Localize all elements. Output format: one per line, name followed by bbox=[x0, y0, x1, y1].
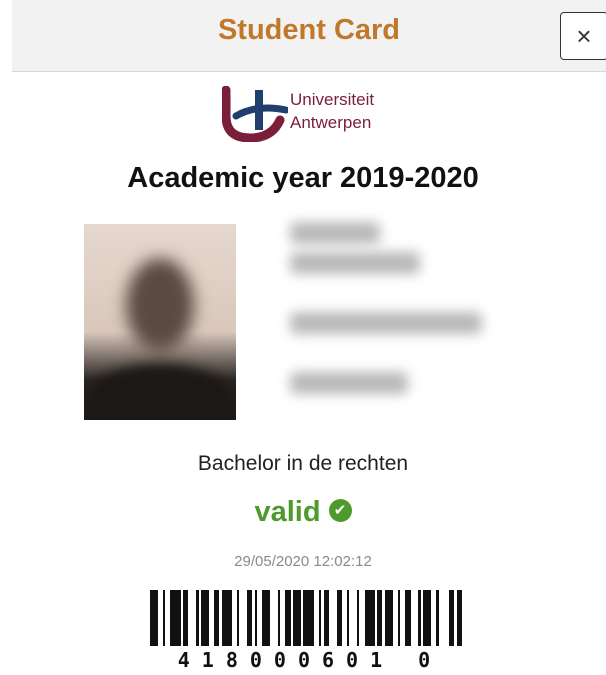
barcode-stripe bbox=[410, 590, 419, 646]
barcode-stripe bbox=[303, 590, 314, 646]
barcode bbox=[150, 590, 470, 646]
barcode-stripe bbox=[438, 590, 449, 646]
academic-year: Academic year 2019-2020 bbox=[127, 162, 479, 194]
barcode-stripe bbox=[385, 590, 393, 646]
barcode-number: 418000601 0 bbox=[177, 648, 443, 672]
close-button[interactable]: × bbox=[560, 12, 606, 60]
barcode-stripe bbox=[239, 590, 248, 646]
barcode-stripe bbox=[270, 590, 278, 646]
barcode-stripe bbox=[170, 590, 181, 646]
close-icon: × bbox=[576, 20, 592, 51]
study-program: Bachelor in de rechten bbox=[197, 452, 409, 475]
barcode-stripe bbox=[364, 590, 375, 646]
redacted-birthdate bbox=[290, 372, 408, 394]
timestamp: 29/05/2020 12:02:12 bbox=[234, 553, 372, 570]
redacted-name-line1 bbox=[290, 222, 380, 244]
university-logo-mark bbox=[222, 86, 288, 142]
redacted-name-line2 bbox=[290, 252, 420, 274]
barcode-stripe bbox=[188, 590, 196, 646]
barcode-stripe bbox=[349, 590, 357, 646]
card-title: Student Card bbox=[217, 14, 401, 46]
university-logo: Universiteit Antwerpen bbox=[222, 86, 402, 142]
barcode-stripe bbox=[201, 590, 209, 646]
card-header: Student Card × bbox=[12, 0, 606, 72]
status-text: valid bbox=[254, 496, 321, 528]
barcode-stripe bbox=[423, 590, 432, 646]
redacted-student-id bbox=[290, 312, 482, 334]
logo-text-university: Universiteit bbox=[290, 90, 375, 109]
student-photo bbox=[84, 224, 236, 420]
check-circle-icon: ✔ bbox=[328, 498, 352, 522]
barcode-stripe bbox=[150, 590, 158, 646]
barcode-stripe bbox=[221, 590, 232, 646]
barcode-stripe bbox=[293, 590, 301, 646]
logo-text-antwerpen: Antwerpen bbox=[290, 113, 372, 132]
barcode-stripe bbox=[262, 590, 271, 646]
status-badge: valid ✔ bbox=[0, 496, 606, 529]
barcode-stripe bbox=[328, 590, 337, 646]
barcode-stripe bbox=[461, 590, 470, 646]
